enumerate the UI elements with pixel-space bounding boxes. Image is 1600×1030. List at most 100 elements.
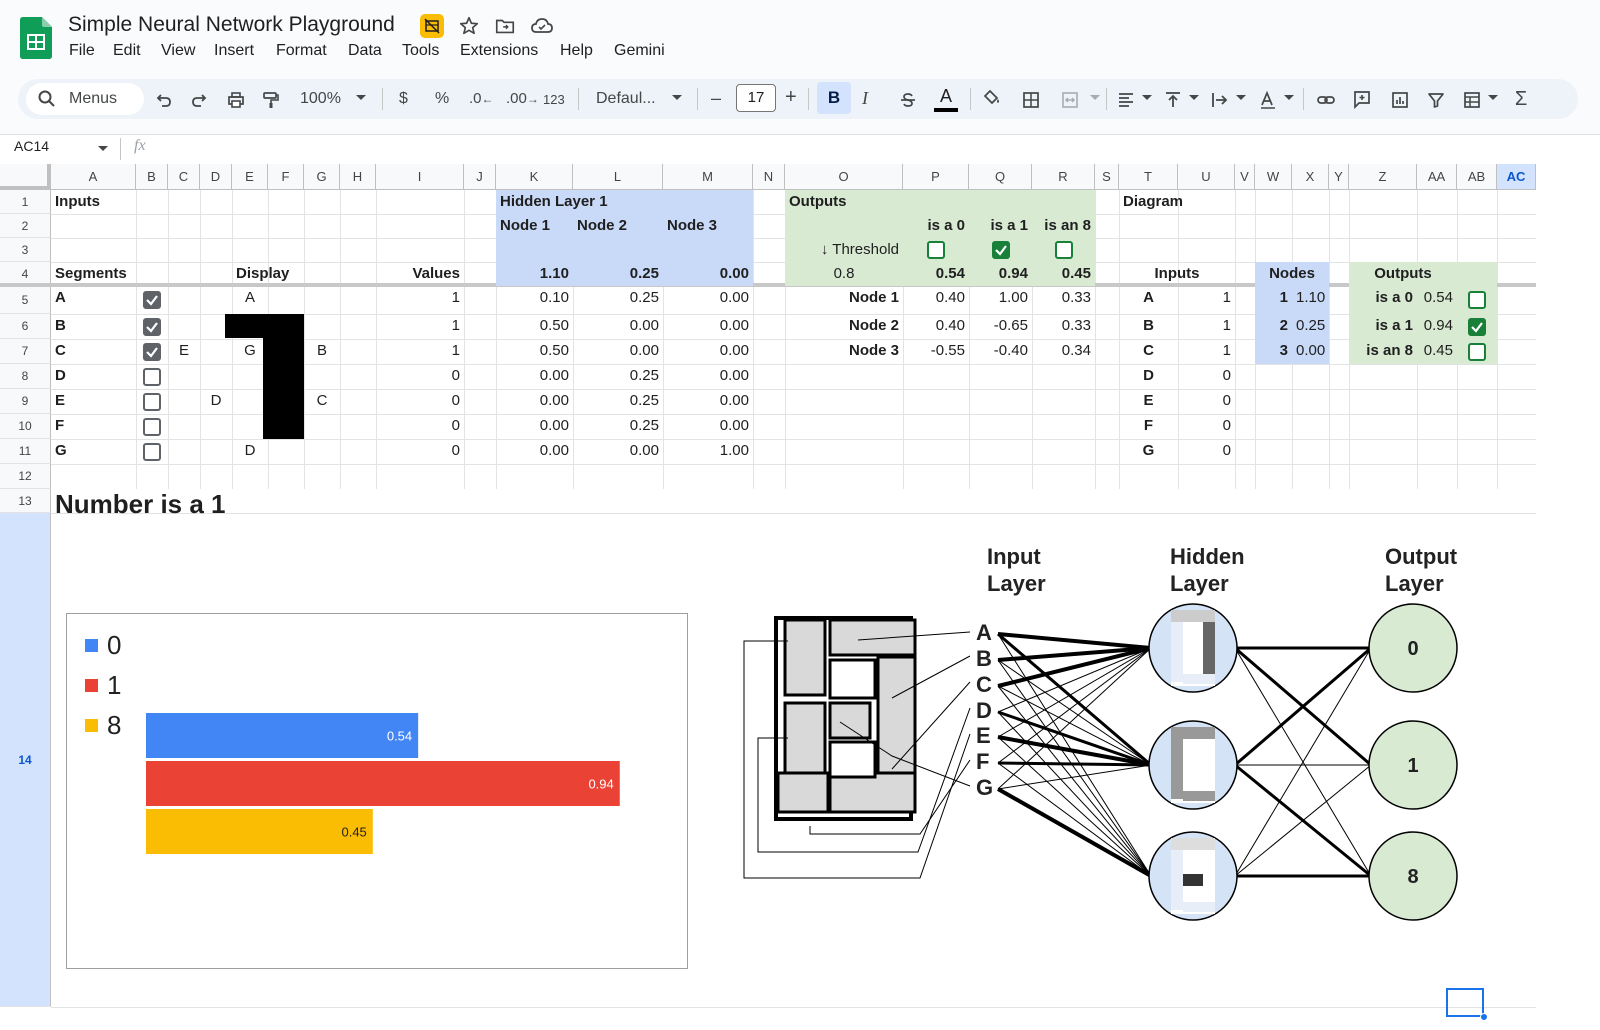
move-folder-icon[interactable]	[494, 15, 516, 37]
segment-checkbox-d[interactable]	[143, 367, 161, 386]
output-label[interactable]: is an 8	[1032, 214, 1095, 238]
merge-cells-icon[interactable]	[1060, 90, 1080, 110]
segment-name[interactable]: F	[51, 414, 136, 439]
text-color-button[interactable]: A	[933, 86, 959, 112]
paint-format-icon[interactable]	[261, 90, 281, 110]
diagram-input-name[interactable]: A	[1119, 286, 1178, 314]
insert-link-icon[interactable]	[1316, 90, 1336, 110]
segment-name[interactable]: B	[51, 314, 136, 339]
menu-data[interactable]: Data	[348, 42, 382, 60]
segment-name[interactable]: G	[51, 439, 136, 464]
diagram-title[interactable]: Diagram	[1119, 190, 1235, 214]
row-header-1[interactable]: 1	[0, 190, 51, 214]
name-box[interactable]: AC14	[8, 136, 113, 160]
display-header[interactable]: Display	[232, 262, 304, 286]
diagram-output-label[interactable]: is a 1	[1349, 314, 1417, 339]
column-header-x[interactable]: X	[1292, 164, 1329, 190]
diagram-input-value[interactable]: 1	[1178, 339, 1235, 364]
hidden-weight[interactable]: 0.00	[496, 439, 573, 464]
display-label-b[interactable]: B	[304, 339, 340, 364]
diagram-input-name[interactable]: C	[1119, 339, 1178, 364]
valign-dropdown-icon[interactable]	[1189, 95, 1199, 100]
selected-cell[interactable]	[1446, 988, 1484, 1017]
column-header-k[interactable]: K	[496, 164, 573, 190]
hidden-node-header[interactable]: Node 3	[663, 214, 753, 238]
segment-value[interactable]: 1	[376, 286, 464, 314]
diagram-input-name[interactable]: G	[1119, 439, 1178, 464]
bar-0[interactable]	[146, 713, 419, 758]
hidden-node-total[interactable]: 1.10	[496, 262, 573, 286]
cloud-status-icon[interactable]	[530, 15, 554, 37]
hidden-weight[interactable]: 0.00	[496, 414, 573, 439]
segment-value[interactable]: 0	[376, 364, 464, 389]
diagram-output-label[interactable]: is a 0	[1349, 286, 1417, 314]
segments-header[interactable]: Segments	[51, 262, 136, 286]
document-title[interactable]: Simple Neural Network Playground	[68, 13, 395, 37]
menu-gemini[interactable]: Gemini	[614, 42, 665, 60]
output-node-name[interactable]: Node 2	[785, 314, 903, 339]
bar-8[interactable]	[146, 809, 373, 854]
column-header-ab[interactable]: AB	[1457, 164, 1497, 190]
print-icon[interactable]	[226, 90, 246, 110]
increase-decimal-button[interactable]: .00→	[506, 89, 539, 109]
segment-name[interactable]: E	[51, 389, 136, 414]
hidden-weight[interactable]: 0.00	[663, 414, 753, 439]
menu-view[interactable]: View	[161, 42, 195, 60]
align-dropdown-icon[interactable]	[1142, 95, 1152, 100]
hidden-weight[interactable]: 0.25	[573, 364, 663, 389]
sheet-title-badge-icon[interactable]	[420, 14, 444, 38]
display-label-d[interactable]: D	[200, 389, 232, 414]
row-header-3[interactable]: 3	[0, 238, 51, 262]
diagram-input-name[interactable]: B	[1119, 314, 1178, 339]
corner-select-all[interactable]	[0, 164, 51, 190]
values-header[interactable]: Values	[376, 262, 464, 286]
merge-dropdown-icon[interactable]	[1090, 95, 1100, 100]
row-header-6[interactable]: 6	[0, 314, 51, 339]
strikethrough-icon[interactable]	[898, 90, 918, 110]
display-label-c[interactable]: C	[304, 389, 340, 414]
hidden-weight[interactable]: 0.00	[573, 314, 663, 339]
wrap-dropdown-icon[interactable]	[1236, 95, 1246, 100]
menu-tools[interactable]: Tools	[402, 42, 439, 60]
diagram-input-value[interactable]: 1	[1178, 314, 1235, 339]
diagram-output-checkbox[interactable]	[1468, 317, 1486, 336]
column-header-o[interactable]: O	[785, 164, 903, 190]
column-header-i[interactable]: I	[376, 164, 464, 190]
output-weight[interactable]: -0.40	[969, 339, 1032, 364]
column-header-p[interactable]: P	[903, 164, 969, 190]
sheets-logo[interactable]	[20, 17, 52, 59]
diagram-output-value[interactable]: 0.94	[1417, 314, 1457, 339]
hidden-weight[interactable]: 0.00	[573, 439, 663, 464]
hidden-weight[interactable]: 0.00	[663, 286, 753, 314]
bar-1[interactable]	[146, 761, 620, 806]
hidden-node-header[interactable]: Node 1	[496, 214, 573, 238]
column-header-c[interactable]: C	[168, 164, 200, 190]
column-header-q[interactable]: Q	[969, 164, 1032, 190]
threshold-value[interactable]: 0.8	[785, 262, 903, 286]
output-weight[interactable]: 0.33	[1032, 286, 1095, 314]
column-header-f[interactable]: F	[268, 164, 304, 190]
column-header-aa[interactable]: AA	[1417, 164, 1457, 190]
hidden-node-header[interactable]: Node 2	[573, 214, 663, 238]
hidden-weight[interactable]: 0.00	[663, 389, 753, 414]
column-header-n[interactable]: N	[753, 164, 785, 190]
hidden-weight[interactable]: 0.25	[573, 286, 663, 314]
column-header-d[interactable]: D	[200, 164, 232, 190]
segment-name[interactable]: C	[51, 339, 136, 364]
font-size-decrease-button[interactable]: –	[711, 88, 721, 108]
column-header-g[interactable]: G	[304, 164, 340, 190]
column-header-a[interactable]: A	[51, 164, 136, 190]
diagram-input-name[interactable]: E	[1119, 389, 1178, 414]
hidden-node-total[interactable]: 0.00	[663, 262, 753, 286]
segment-value[interactable]: 1	[376, 314, 464, 339]
display-label-a[interactable]: A	[232, 286, 268, 314]
row-header-2[interactable]: 2	[0, 214, 51, 238]
insert-chart-icon[interactable]	[1390, 90, 1410, 110]
diagram-node-number[interactable]: 1	[1255, 286, 1292, 314]
column-header-m[interactable]: M	[663, 164, 753, 190]
segment-checkbox-b[interactable]	[143, 317, 161, 336]
output-label[interactable]: is a 0	[903, 214, 969, 238]
row-header-11[interactable]: 11	[0, 439, 51, 464]
diagram-input-value[interactable]: 0	[1178, 439, 1235, 464]
hidden-weight[interactable]: 0.00	[663, 314, 753, 339]
